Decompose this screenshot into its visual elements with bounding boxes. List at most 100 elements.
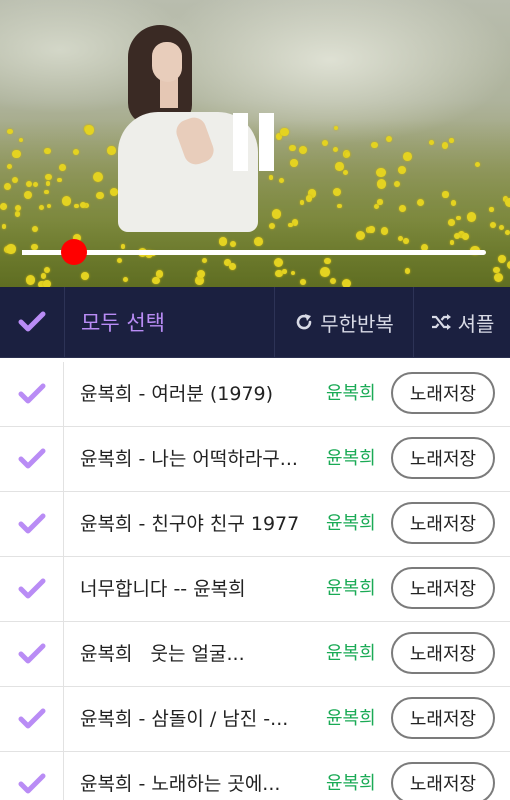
flower	[402, 238, 409, 244]
list-item[interactable]: 윤복희 - 여러분 (1979) 윤복희 노래저장	[0, 362, 510, 427]
select-all-button[interactable]: 모두 선택	[65, 287, 275, 357]
flower	[268, 222, 276, 229]
repeat-icon	[296, 314, 312, 330]
flower	[448, 219, 455, 226]
flower	[93, 172, 104, 183]
list-item[interactable]: 윤복희 - 나는 어떡하라구... 윤복희 노래저장	[0, 427, 510, 492]
row-checkbox[interactable]	[0, 752, 64, 800]
select-all-checkbox[interactable]	[0, 287, 65, 357]
row-checkbox[interactable]	[0, 362, 64, 426]
flower	[12, 149, 21, 158]
flower	[107, 146, 116, 155]
flower	[6, 164, 12, 169]
row-checkbox[interactable]	[0, 622, 64, 686]
save-song-button[interactable]: 노래저장	[391, 762, 495, 800]
song-artist: 윤복희	[326, 643, 376, 664]
flower	[3, 182, 12, 191]
flower	[44, 147, 51, 154]
flower	[306, 195, 313, 202]
pause-button[interactable]	[229, 113, 279, 173]
song-artist: 윤복희	[326, 448, 376, 469]
flower	[335, 162, 344, 171]
list-item[interactable]: 윤복희 - 노래하는 곳에... 윤복희 노래저장	[0, 752, 510, 800]
flower	[57, 177, 63, 183]
flower	[355, 230, 366, 240]
flower	[466, 212, 477, 223]
flower	[196, 269, 206, 279]
flower	[490, 222, 497, 229]
flower	[79, 202, 86, 209]
flower	[122, 276, 129, 283]
flower	[45, 173, 52, 181]
flower	[505, 198, 510, 208]
flower	[229, 240, 236, 247]
flower	[32, 181, 39, 188]
check-icon	[18, 513, 45, 534]
seek-track	[22, 250, 486, 255]
flower	[499, 224, 505, 231]
flower	[42, 279, 52, 287]
video-player[interactable]	[0, 0, 510, 287]
flower	[152, 276, 160, 285]
check-icon	[18, 643, 45, 664]
flower	[428, 140, 434, 145]
flower	[332, 187, 342, 197]
flower	[450, 200, 457, 206]
save-song-button[interactable]: 노래저장	[391, 697, 495, 739]
list-item[interactable]: 윤복희 - 친구야 친구 1977 윤복희 노래저장	[0, 492, 510, 557]
song-artist: 윤복희	[326, 578, 376, 599]
flower	[449, 138, 454, 143]
save-song-button[interactable]: 노래저장	[391, 372, 495, 414]
flower	[6, 244, 16, 254]
flower	[47, 204, 52, 209]
flower	[376, 179, 387, 189]
list-item[interactable]: 윤복희 - 삼돌이 / 남진 -... 윤복희 노래저장	[0, 687, 510, 752]
flower	[7, 128, 13, 135]
repeat-label: 무한반복	[320, 311, 394, 336]
save-song-button[interactable]: 노래저장	[391, 567, 495, 609]
repeat-button[interactable]: 무한반복	[275, 287, 414, 357]
song-title[interactable]: 윤복희 - 나는 어떡하라구...	[80, 427, 312, 491]
song-title[interactable]: 윤복희 - 삼돌이 / 남진 -...	[80, 687, 312, 751]
row-checkbox[interactable]	[0, 427, 64, 491]
shuffle-button[interactable]: 셔플	[414, 287, 510, 357]
song-title[interactable]: 윤복희 웃는 얼굴...	[80, 622, 312, 686]
flower	[12, 176, 19, 183]
flower	[371, 141, 379, 149]
flower	[337, 203, 342, 209]
flower	[58, 164, 66, 171]
seek-bar[interactable]	[22, 239, 486, 265]
flower	[321, 139, 329, 147]
check-icon	[18, 383, 45, 404]
row-checkbox[interactable]	[0, 557, 64, 621]
pause-icon	[233, 113, 248, 171]
song-list: 윤복희 - 여러분 (1979) 윤복희 노래저장 윤복희 - 나는 어떡하라구...…	[0, 362, 510, 800]
flower	[498, 255, 507, 263]
song-title[interactable]: 윤복희 - 노래하는 곳에...	[80, 752, 312, 800]
list-item[interactable]: 윤복희 웃는 얼굴... 윤복희 노래저장	[0, 622, 510, 687]
song-title[interactable]: 윤복희 - 여러분 (1979)	[80, 362, 312, 426]
save-song-button[interactable]: 노래저장	[391, 437, 495, 479]
song-artist: 윤복희	[326, 383, 376, 404]
song-title[interactable]: 윤복희 - 친구야 친구 1977	[80, 492, 312, 556]
save-song-button[interactable]: 노래저장	[391, 502, 495, 544]
check-icon	[18, 311, 46, 332]
save-song-button[interactable]: 노래저장	[391, 632, 495, 674]
row-checkbox[interactable]	[0, 687, 64, 751]
flower	[280, 127, 289, 137]
check-icon	[18, 448, 45, 469]
flower	[505, 230, 510, 236]
flower	[320, 266, 330, 277]
flower	[493, 273, 504, 283]
flower	[323, 257, 331, 265]
flower	[43, 267, 51, 274]
row-checkbox[interactable]	[0, 492, 64, 556]
flower	[269, 175, 274, 180]
flower	[462, 233, 470, 241]
check-icon	[18, 773, 45, 794]
list-item[interactable]: 너무합니다 -- 윤복희 윤복희 노래저장	[0, 557, 510, 622]
song-title[interactable]: 너무합니다 -- 윤복희	[80, 557, 312, 621]
check-icon	[18, 578, 45, 599]
flower	[416, 198, 424, 206]
flower	[368, 226, 375, 233]
